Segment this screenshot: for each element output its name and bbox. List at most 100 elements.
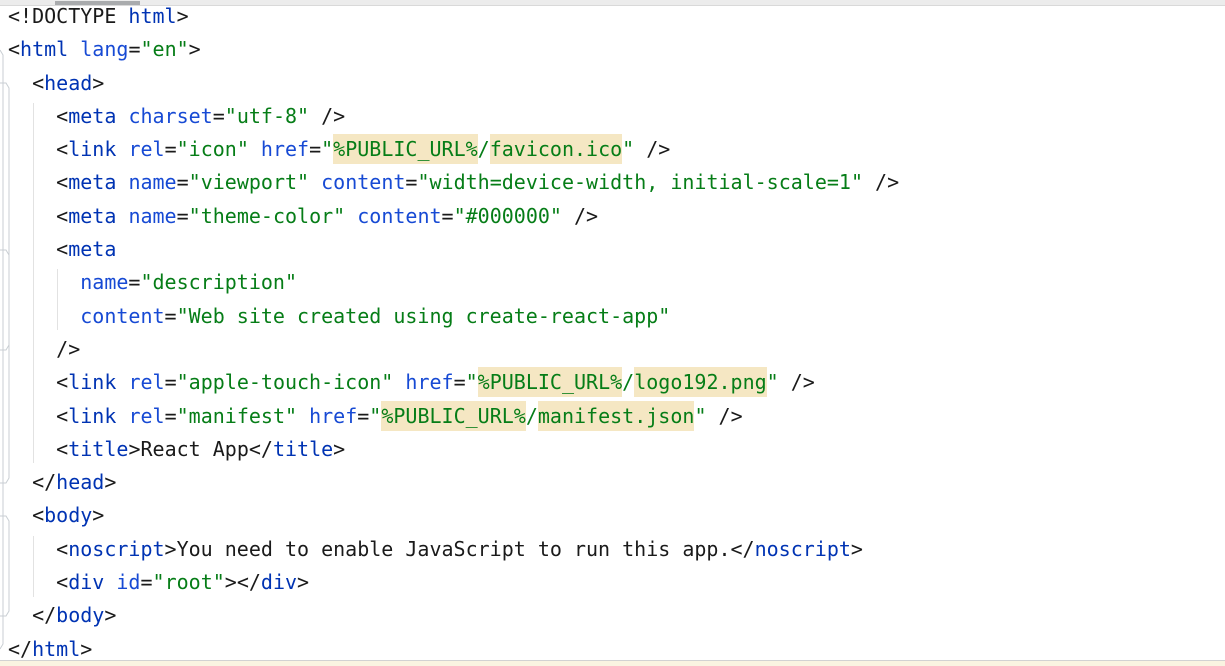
code-token: " <box>466 370 478 394</box>
template-variable-token: %PUBLIC_URL% <box>478 367 623 397</box>
code-token: = <box>213 104 225 128</box>
code-token: " <box>622 137 634 161</box>
code-token: div <box>68 570 104 594</box>
code-token: < <box>8 437 68 461</box>
template-variable-token: %PUBLIC_URL% <box>333 134 478 164</box>
code-token: noscript <box>68 537 164 561</box>
code-token: "en" <box>140 37 188 61</box>
code-token: > <box>165 537 177 561</box>
code-token: </ <box>249 437 273 461</box>
code-line: <html lang="en"> <box>8 33 1225 66</box>
code-token <box>116 204 128 228</box>
code-token: <!DOCTYPE <box>8 4 128 28</box>
horizontal-scrollbar[interactable] <box>0 0 1225 6</box>
code-area[interactable]: <!DOCTYPE html><html lang="en"> <head> <… <box>0 0 1225 666</box>
code-token: content <box>321 170 405 194</box>
code-token: head <box>56 470 104 494</box>
code-token: link <box>68 370 116 394</box>
code-token: < <box>8 104 68 128</box>
scrollbar-thumb[interactable] <box>55 1 140 5</box>
code-token: content <box>357 204 441 228</box>
code-token: title <box>273 437 333 461</box>
code-token: name <box>128 170 176 194</box>
code-token: </ <box>730 537 754 561</box>
code-line: </head> <box>8 466 1225 499</box>
code-token: = <box>128 37 140 61</box>
code-token: > <box>297 570 309 594</box>
code-token: React App <box>140 437 248 461</box>
code-editor: <!DOCTYPE html><html lang="en"> <head> <… <box>0 0 1225 666</box>
fold-gutter[interactable] <box>0 0 14 666</box>
code-line: <title>React App</title> <box>8 433 1225 466</box>
code-token: > <box>851 537 863 561</box>
code-line: <link rel="apple-touch-icon" href="%PUBL… <box>8 366 1225 399</box>
code-token: " <box>767 370 779 394</box>
code-token <box>393 370 405 394</box>
code-token: meta <box>68 104 116 128</box>
code-token: href <box>405 370 453 394</box>
code-token: html <box>32 637 80 661</box>
code-line: </body> <box>8 599 1225 632</box>
code-token: </ <box>8 603 56 627</box>
code-token: " <box>321 137 333 161</box>
code-line: <meta charset="utf-8" /> <box>8 100 1225 133</box>
code-token: = <box>357 404 369 428</box>
bottom-panel-edge <box>0 661 1225 666</box>
code-token: < <box>8 370 68 394</box>
code-token: "#000000" <box>454 204 562 228</box>
code-token: < <box>8 570 68 594</box>
code-token: > <box>80 637 92 661</box>
fold-marker[interactable] <box>0 83 9 483</box>
code-token: "width=device-width, initial-scale=1" <box>417 170 863 194</box>
code-token <box>345 204 357 228</box>
code-token: rel <box>128 404 164 428</box>
template-variable-token: manifest.json <box>538 401 695 431</box>
code-token: < <box>8 237 68 261</box>
code-token: rel <box>128 137 164 161</box>
fold-marker[interactable] <box>0 516 9 616</box>
code-token: href <box>309 404 357 428</box>
code-line: <noscript>You need to enable JavaScript … <box>8 533 1225 566</box>
template-variable-token: logo192.png <box>634 367 766 397</box>
code-token: meta <box>68 204 116 228</box>
code-token: body <box>44 503 92 527</box>
code-token: > <box>189 37 201 61</box>
code-token: > <box>104 470 116 494</box>
code-line: <div id="root"></div> <box>8 566 1225 599</box>
code-token: /> <box>863 170 899 194</box>
code-token: < <box>8 204 68 228</box>
code-token: "description" <box>140 270 297 294</box>
fold-marker[interactable] <box>0 250 9 350</box>
code-token: link <box>68 137 116 161</box>
code-token: "utf-8" <box>225 104 309 128</box>
code-token: "root" <box>153 570 225 594</box>
code-token: /> <box>309 104 345 128</box>
code-token: noscript <box>755 537 851 561</box>
code-token: = <box>165 370 177 394</box>
code-token: name <box>128 204 176 228</box>
code-token: > <box>128 437 140 461</box>
code-token <box>68 37 80 61</box>
code-token <box>8 304 80 328</box>
code-token <box>8 270 80 294</box>
code-line: <body> <box>8 499 1225 532</box>
code-line: name="description" <box>8 266 1225 299</box>
code-token: > <box>104 603 116 627</box>
code-line: <meta <box>8 233 1225 266</box>
code-token <box>116 370 128 394</box>
code-token: head <box>44 71 92 95</box>
code-token: charset <box>128 104 212 128</box>
code-line: /> <box>8 333 1225 366</box>
code-token: "apple-touch-icon" <box>177 370 394 394</box>
code-token: /> <box>634 137 670 161</box>
code-line: <link rel="icon" href="%PUBLIC_URL%/favi… <box>8 133 1225 166</box>
code-token: "theme-color" <box>189 204 346 228</box>
code-token: = <box>405 170 417 194</box>
code-token: rel <box>128 370 164 394</box>
code-token: title <box>68 437 128 461</box>
code-token: > <box>333 437 345 461</box>
code-token: = <box>165 137 177 161</box>
code-token: div <box>261 570 297 594</box>
code-token: / <box>478 137 490 161</box>
code-token <box>104 570 116 594</box>
